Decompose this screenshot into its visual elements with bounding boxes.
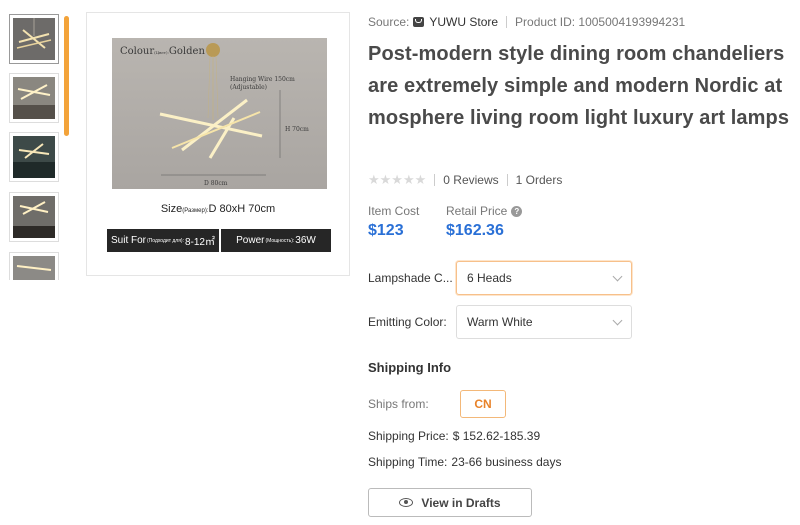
shipping-price-label: Shipping Price: [368,429,449,443]
hanging-wire-label: Hanging Wire 150cm (Adjustable) [230,76,295,91]
star-rating-icon: ★★★★★ [368,172,427,187]
orders-count: 1 Orders [515,173,563,187]
room-thumb-image [13,77,55,119]
store-name: YUWU Store [429,15,499,29]
height-label: H 70cm [285,126,309,133]
emitting-color-value: Warm White [467,315,533,329]
chevron-down-icon [612,271,623,281]
help-icon[interactable]: ? [511,205,523,217]
power-box: Power (Мощность): 36W [221,229,331,252]
emitting-color-option-row: Emitting Color: Warm White [368,305,632,339]
retail-price-block: Retail Price ? $162.36 [446,204,523,240]
chandelier-thumb-image [13,18,55,60]
colour-label: Colour(Цвет):Golden [120,46,205,57]
shipping-time-label: Shipping Time: [368,455,448,469]
view-in-drafts-label: View in Drafts [421,495,501,510]
dining-thumb-image [13,196,55,238]
thumbnail-3[interactable] [9,132,59,182]
chevron-down-icon [612,315,623,325]
divider [506,174,508,186]
chandelier-illustration [159,43,281,176]
thumbnail-1[interactable] [9,14,59,64]
thumbnail-5[interactable] [9,252,59,280]
shipping-time-value: 23-66 business days [451,455,562,469]
product-id: Product ID: 1005004193994231 [515,15,686,29]
lampshade-label: Lampshade C... [368,271,453,285]
shipping-price-value: $ 152.62-185.39 [452,429,541,443]
item-cost-label: Item Cost [368,204,420,218]
shipping-info-title: Shipping Info [368,360,452,375]
lampshade-value: 6 Heads [467,271,512,285]
store-link[interactable]: YUWU Store [409,15,498,29]
ships-from-tag[interactable]: CN [460,390,506,418]
thumbnail-4[interactable] [9,192,59,242]
eye-icon [399,498,414,507]
item-cost-block: Item Cost $123 [368,204,419,240]
chandelier-photo: Colour(Цвет):Golden Hanging Wire 150cm (A… [112,38,327,189]
item-cost-value: $123 [368,222,404,239]
divider [506,16,508,28]
lampshade-option-row: Lampshade C... 6 Heads [368,261,632,295]
diameter-label: D 80cm [204,180,228,187]
ships-from-row: Ships from: CN [368,390,506,418]
size-caption: Size(Размер):D 80xH 70cm [160,203,276,215]
emitting-color-select[interactable]: Warm White [456,305,632,339]
ships-from-label: Ships from: [368,397,429,411]
retail-price-value: $162.36 [446,222,504,239]
source-line: Source: YUWU Store Product ID: 100500419… [368,15,685,29]
lampshade-select[interactable]: 6 Heads [456,261,632,295]
emitting-color-label: Emitting Color: [368,315,447,329]
shipping-time-row: Shipping Time: 23-66 business days [368,455,561,469]
product-title: Post-modern style dining room chandelier… [368,43,790,129]
main-product-image[interactable]: Colour(Цвет):Golden Hanging Wire 150cm (A… [86,12,350,276]
thumbnail-2[interactable] [9,73,59,123]
rating-row: ★★★★★ 0 Reviews 1 Orders [368,172,562,188]
store-icon [413,17,425,27]
thumbnail-strip [8,12,70,280]
thumbnail-scrollbar[interactable] [64,16,69,136]
suit-for-box: Suit For (Подходит для): 8-12㎡ [107,229,219,252]
living-room-thumb-image [13,136,55,178]
divider [434,174,436,186]
retail-price-label: Retail Price ? [446,204,523,218]
shipping-price-row: Shipping Price: $ 152.62-185.39 [368,429,540,443]
detail-thumb-image [13,256,55,280]
view-in-drafts-button[interactable]: View in Drafts [368,488,532,517]
reviews-count[interactable]: 0 Reviews [443,173,498,187]
source-label: Source: [368,15,410,29]
